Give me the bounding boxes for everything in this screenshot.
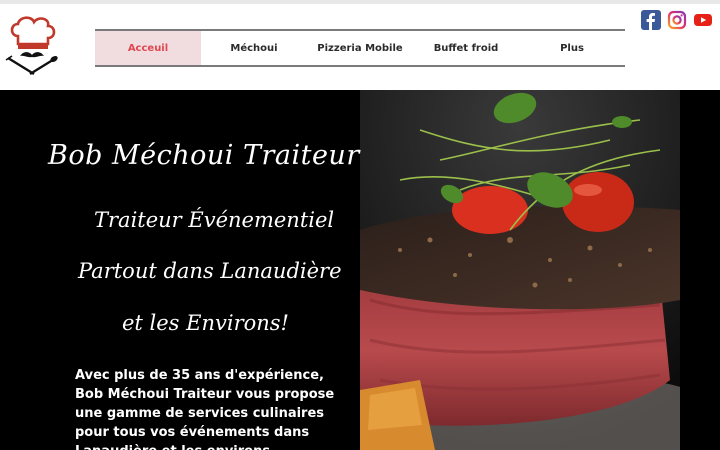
hero-subtitle-2: Partout dans Lanaudière	[78, 259, 342, 283]
hero-subtitle-3: et les Environs!	[122, 311, 289, 335]
steak-photo	[360, 90, 680, 450]
nav-item-acceuil[interactable]: Acceuil	[95, 31, 201, 65]
chef-logo[interactable]	[4, 14, 60, 78]
instagram-icon[interactable]	[667, 10, 687, 30]
nav-item-plus[interactable]: Plus	[519, 31, 625, 65]
nav-item-buffet-froid[interactable]: Buffet froid	[413, 31, 519, 65]
hero-section: Bob Méchoui Traiteur Traiteur Événementi…	[0, 90, 720, 450]
nav-item-mechoui[interactable]: Méchoui	[201, 31, 307, 65]
hero-title: Bob Méchoui Traiteur	[48, 140, 360, 171]
facebook-icon[interactable]	[641, 10, 661, 30]
main-nav: Acceuil Méchoui Pizzeria Mobile Buffet f…	[95, 29, 625, 67]
nav-item-pizzeria-mobile[interactable]: Pizzeria Mobile	[307, 31, 413, 65]
hero-subtitle-1: Traiteur Événementiel	[94, 208, 335, 232]
hero-description: Avec plus de 35 ans d'expérience, Bob Mé…	[75, 368, 335, 450]
site-header: Acceuil Méchoui Pizzeria Mobile Buffet f…	[0, 4, 720, 90]
youtube-icon[interactable]	[693, 10, 713, 30]
social-links	[641, 10, 713, 30]
